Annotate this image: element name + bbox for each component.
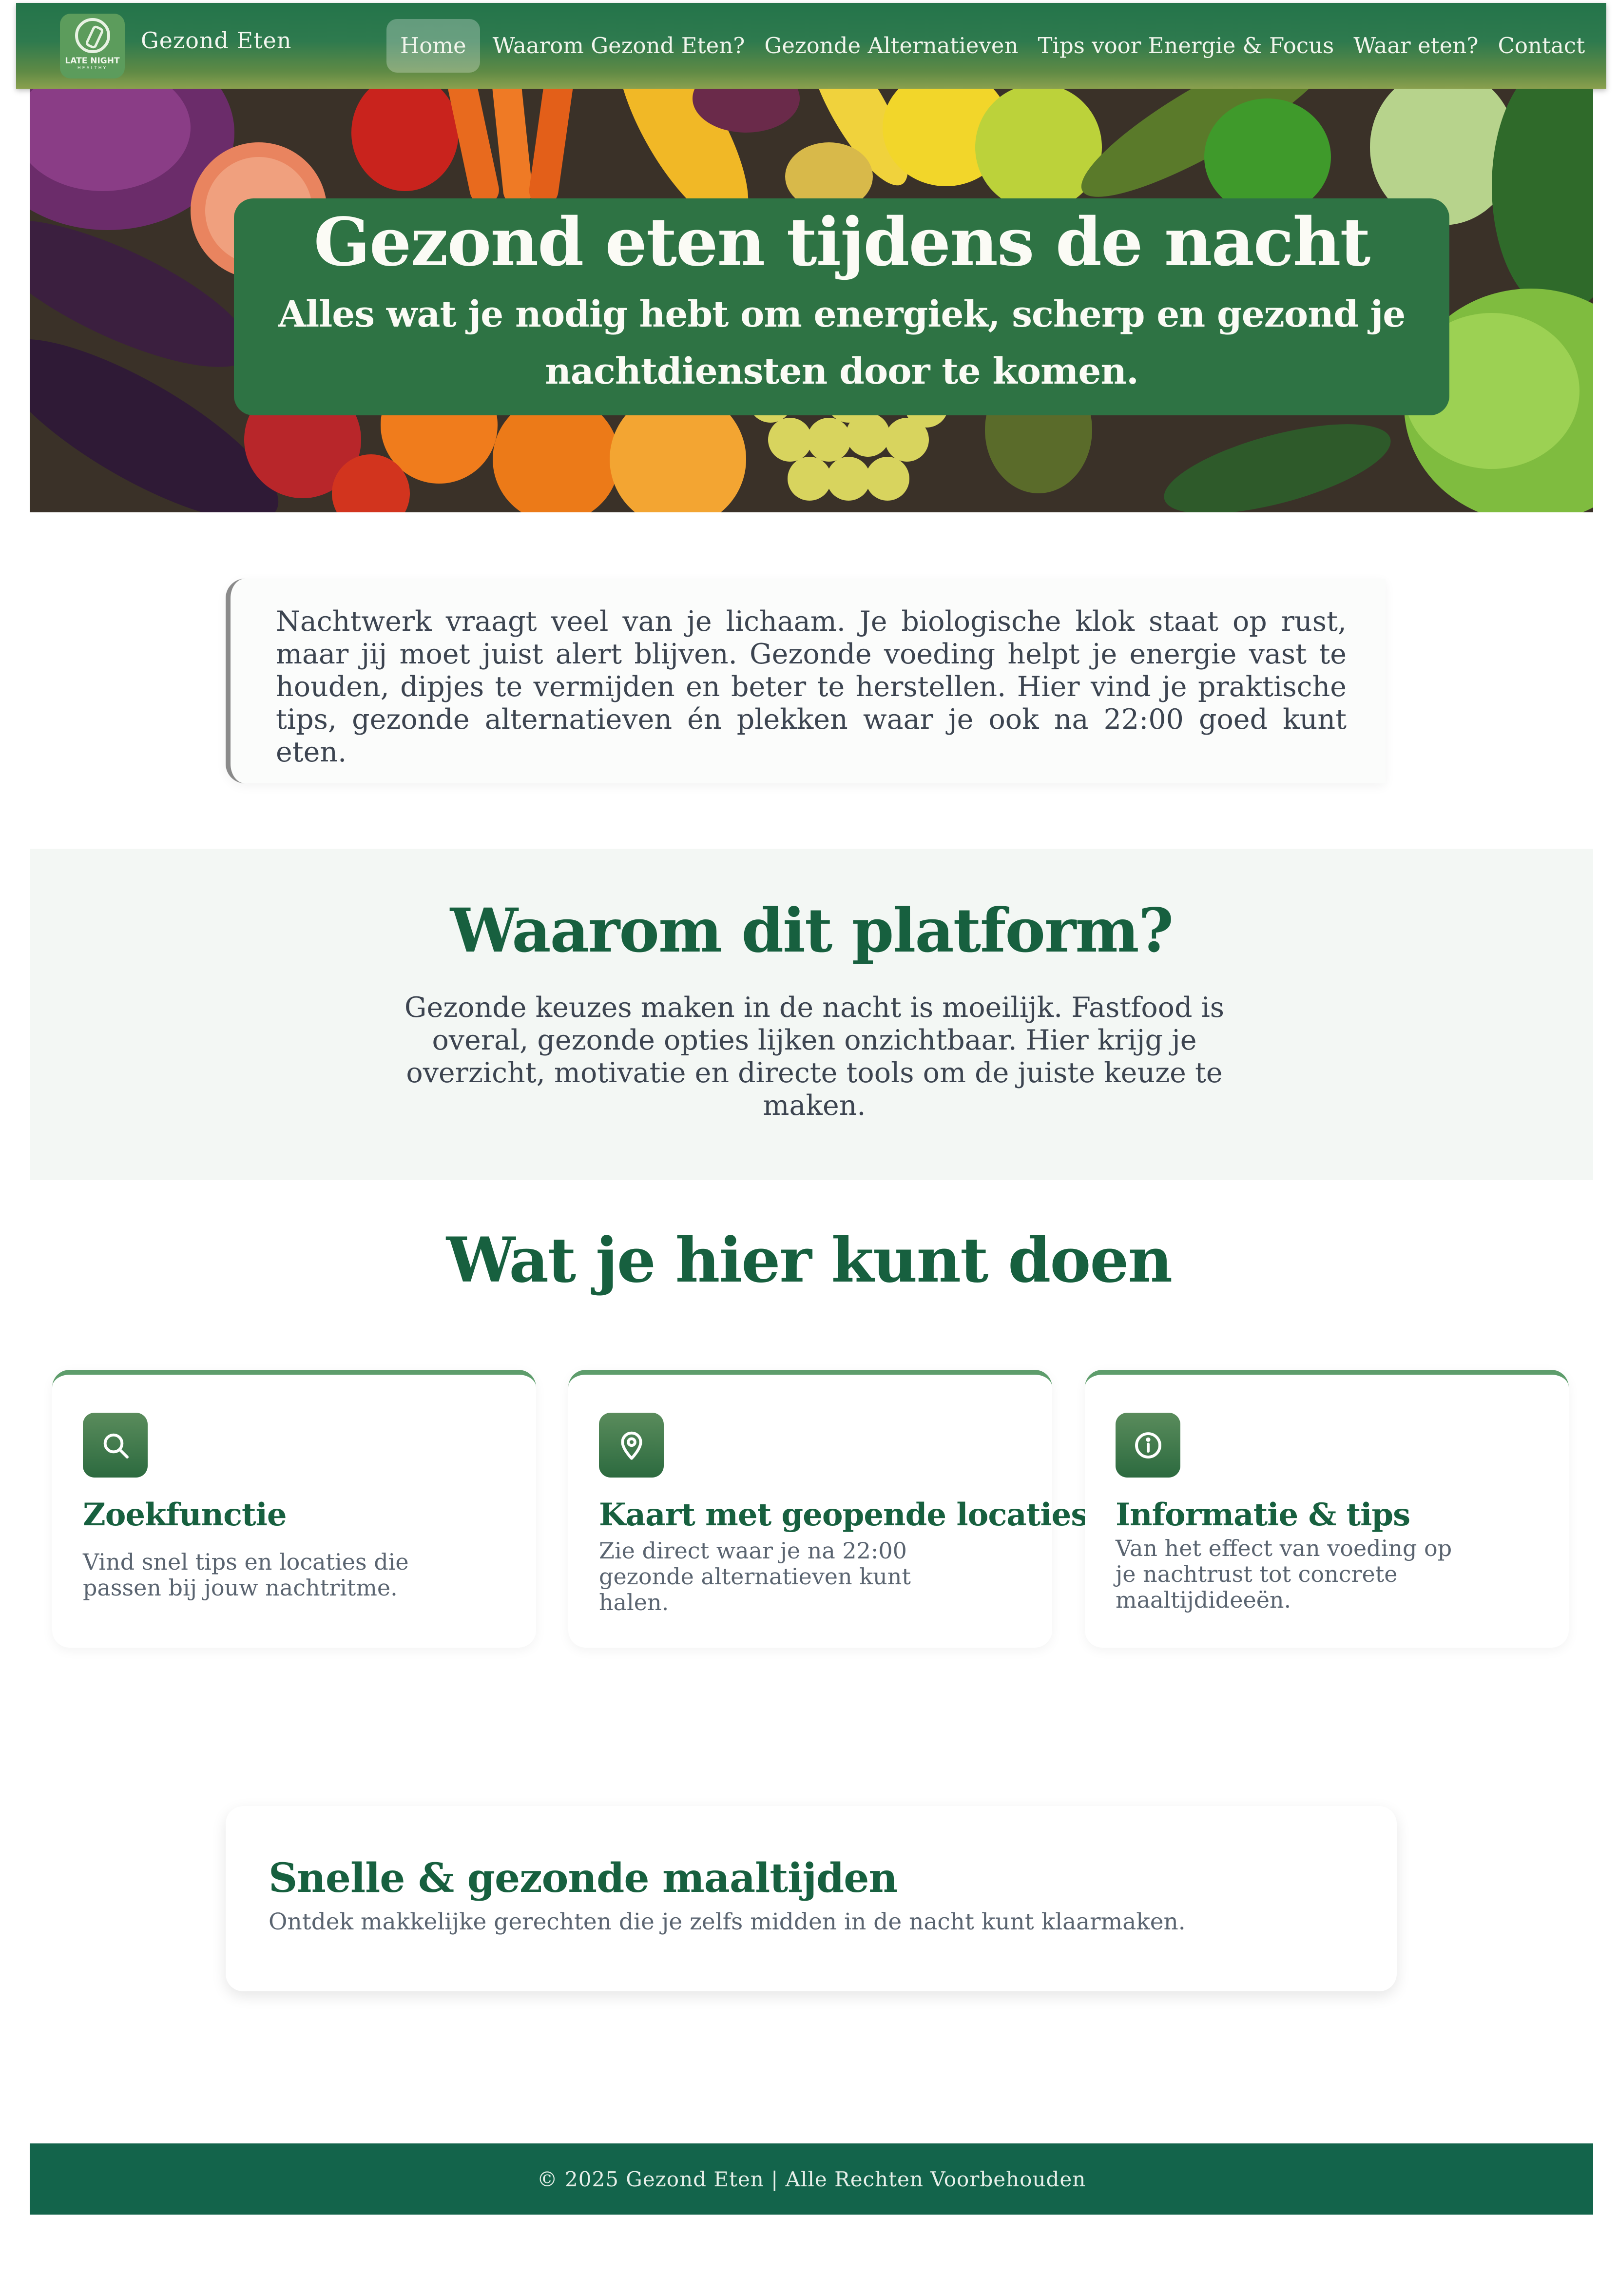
info-icon: [1116, 1413, 1180, 1478]
nav-link-waarom[interactable]: Waarom Gezond Eten?: [485, 19, 753, 73]
feature-title: Informatie & tips: [1116, 1497, 1410, 1533]
footer-copyright: © 2025 Gezond Eten | Alle Rechten Voorbe…: [537, 2167, 1086, 2191]
footer: © 2025 Gezond Eten | Alle Rechten Voorbe…: [30, 2143, 1593, 2215]
logo-mark-icon: [75, 18, 110, 53]
feature-text: Van het effect van voeding op je nachtru…: [1116, 1535, 1452, 1613]
intro-text: Nachtwerk vraagt veel van je lichaam. Je…: [276, 605, 1347, 768]
nav-link-contact[interactable]: Contact: [1490, 19, 1593, 73]
meals-text: Ontdek makkelijke gerechten die je zelfs…: [269, 1908, 1186, 1935]
brand-name[interactable]: Gezond Eten: [141, 27, 292, 54]
why-title: Waarom dit platform?: [450, 895, 1174, 966]
why-section: Waarom dit platform? Gezonde keuzes make…: [30, 849, 1593, 1180]
feature-text: Vind snel tips en locaties die passen bi…: [83, 1549, 409, 1601]
meals-card[interactable]: Snelle & gezonde maaltijden Ontdek makke…: [226, 1806, 1397, 1991]
logo[interactable]: LATE NIGHT HEALTHY: [60, 14, 125, 78]
feature-card-info[interactable]: Informatie & tips Van het effect van voe…: [1085, 1370, 1569, 1648]
nav-link-home[interactable]: Home: [386, 19, 480, 73]
nav-links: Home Waarom Gezond Eten? Gezonde Alterna…: [386, 19, 1597, 73]
feature-title: Kaart met geopende locaties: [599, 1497, 1088, 1533]
hero-banner: Gezond eten tijdens de nacht Alles wat j…: [30, 89, 1593, 512]
why-text: Gezonde keuzes maken in de nacht is moei…: [404, 992, 1225, 1122]
nav-link-tips[interactable]: Tips voor Energie & Focus: [1030, 19, 1342, 73]
features-title: Wat je hier kunt doen: [446, 1224, 1173, 1296]
feature-text: Zie direct waar je na 22:00 gezonde alte…: [599, 1537, 911, 1615]
search-icon: [83, 1413, 148, 1478]
intro-quote: Nachtwerk vraagt veel van je lichaam. Je…: [226, 579, 1386, 783]
logo-text: LATE NIGHT: [65, 56, 120, 66]
logo-subtext: HEALTHY: [77, 65, 108, 71]
top-navbar: LATE NIGHT HEALTHY Gezond Eten Home Waar…: [16, 3, 1606, 89]
feature-card-map[interactable]: Kaart met geopende locaties Zie direct w…: [568, 1370, 1088, 1648]
nav-link-waar-eten[interactable]: Waar eten?: [1346, 19, 1486, 73]
meals-title: Snelle & gezonde maaltijden: [269, 1855, 898, 1902]
hero-subtitle: Alles wat je nodig hebt om energiek, sch…: [278, 293, 1406, 392]
nav-link-alternatieven[interactable]: Gezonde Alternatieven: [756, 19, 1026, 73]
hero-title: Gezond eten tijdens de nacht: [313, 203, 1371, 281]
location-pin-icon: [599, 1413, 664, 1478]
feature-card-search[interactable]: Zoekfunctie Vind snel tips en locaties d…: [52, 1370, 536, 1648]
feature-title: Zoekfunctie: [83, 1497, 287, 1533]
hero-textbox: Gezond eten tijdens de nacht Alles wat j…: [234, 198, 1449, 415]
